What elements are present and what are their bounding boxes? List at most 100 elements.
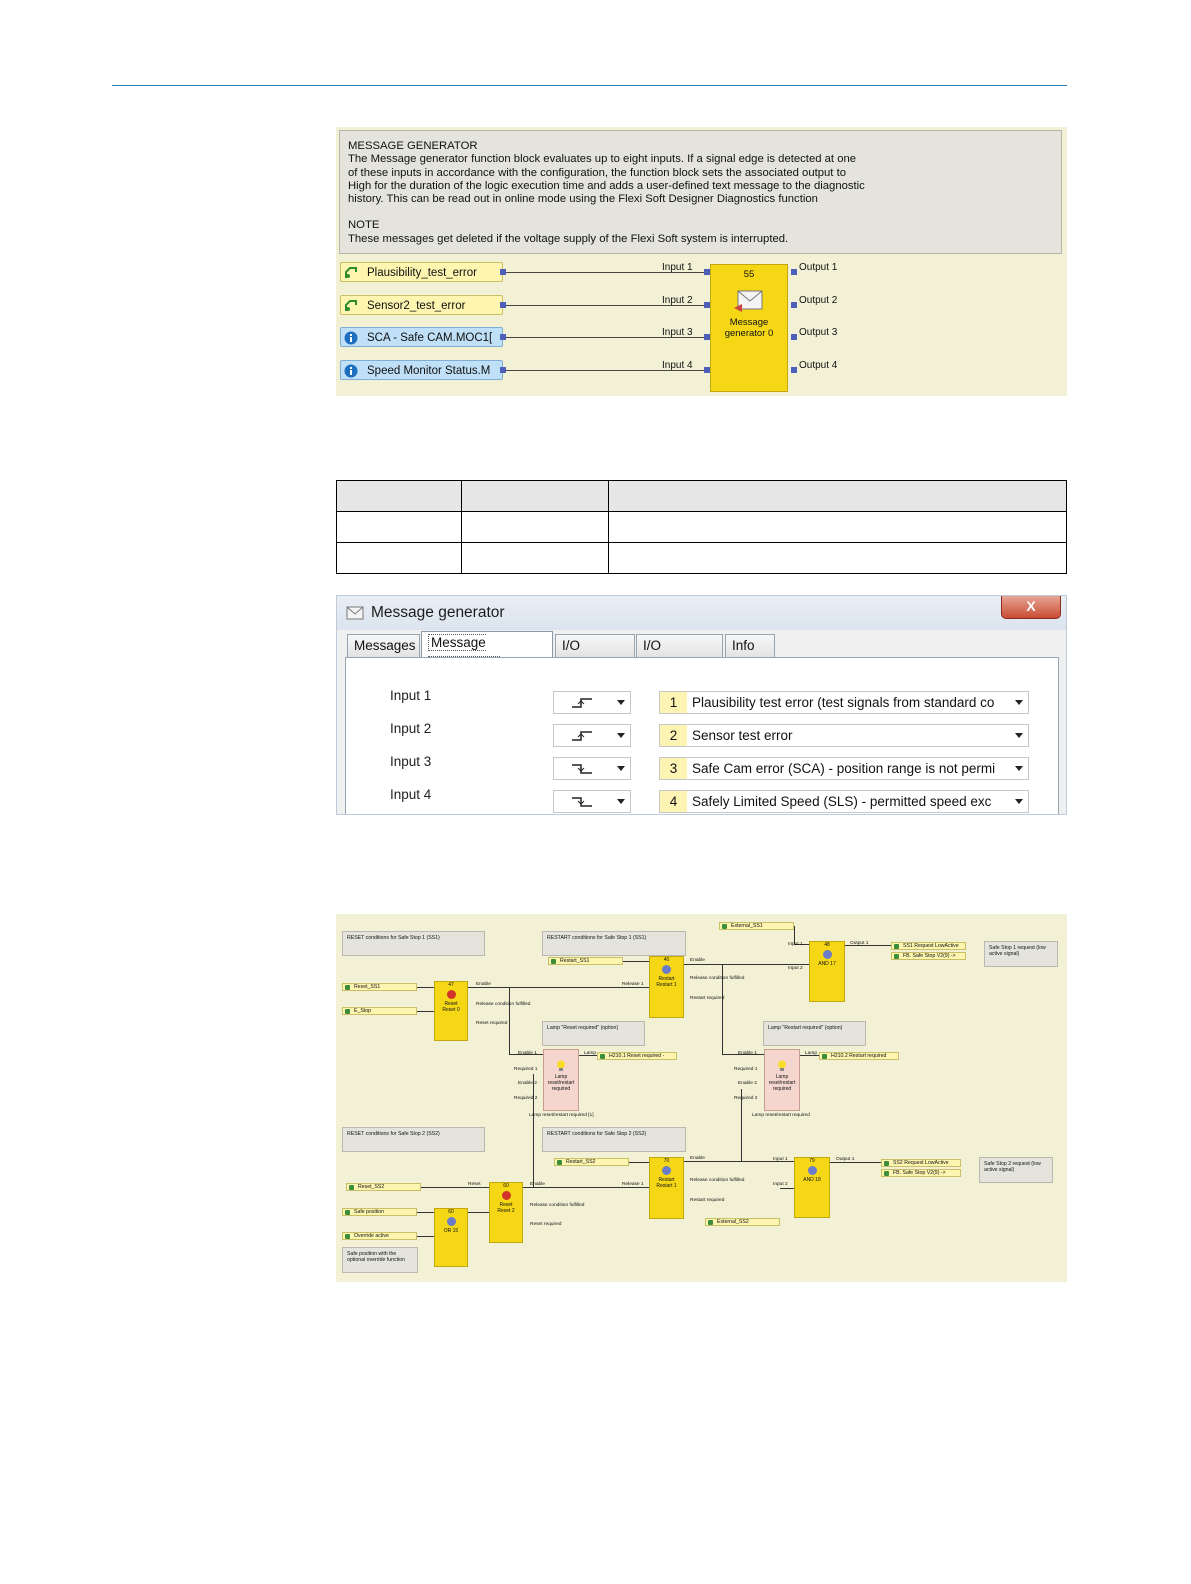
dialog-title: Message generator — [371, 604, 505, 621]
restart-block-1[interactable]: 40 Restart Restart 1 — [649, 956, 684, 1018]
pin-label: Required 2 — [514, 1096, 538, 1101]
output-h210-2[interactable]: H210.2 Restart required — [819, 1052, 899, 1060]
tab-io-settings[interactable]: I/O settings — [555, 634, 635, 675]
pin-label: Lamp — [805, 1051, 817, 1056]
tab-message-assignment[interactable]: Message assignment — [421, 631, 553, 673]
block-number: 55 — [743, 269, 755, 280]
input-label: Input 4 — [390, 787, 432, 802]
and-block-18[interactable]: 79 AND 18 — [794, 1157, 830, 1218]
restart-block-2[interactable]: 70 Restart Restart 1 — [649, 1157, 684, 1219]
input-pin-label: Input 3 — [662, 327, 693, 338]
chevron-down-icon — [617, 733, 625, 738]
or-block-15[interactable]: 60 OR 15 — [434, 1208, 468, 1267]
pin-label: Lamp — [584, 1051, 596, 1056]
input-signal-plausibility[interactable]: Plausibility_test_error — [340, 262, 503, 282]
pin-label: Release 1 — [622, 1182, 644, 1187]
table-header-cell — [461, 480, 609, 512]
or-gate-icon — [446, 1217, 456, 1226]
and-gate-icon — [807, 1166, 817, 1175]
message-number: 3 — [660, 758, 687, 779]
input-pin-label: Input 1 — [662, 262, 693, 273]
edge-select-3[interactable] — [553, 757, 631, 780]
pin-label: Lamp reset/restart required — [752, 1113, 810, 1118]
pin-label: Enable — [530, 1182, 545, 1187]
input-signal-sensor2[interactable]: Sensor2_test_error — [340, 295, 503, 315]
message-select-4[interactable]: 4 Safely Limited Speed (SLS) - permitted … — [659, 790, 1029, 813]
message-select-2[interactable]: 2 Sensor test error — [659, 724, 1029, 747]
output-ss1-lowactive[interactable]: SS1 Request LowActive — [891, 942, 966, 950]
tab-messages[interactable]: Messages — [347, 634, 420, 657]
table-cell — [608, 542, 1067, 574]
tab-label: Messages — [354, 638, 416, 653]
block-name: Message — [729, 317, 769, 328]
block-output-pin[interactable] — [791, 367, 797, 373]
reset-icon — [501, 1191, 511, 1200]
message-select-1[interactable]: 1 Plausibility test error (test signals f… — [659, 691, 1029, 714]
edge-select-1[interactable] — [553, 691, 631, 714]
comment-restart-ss2: RESTART conditions for Safe Stop 2 (SS2) — [542, 1127, 686, 1152]
tab-io-comment[interactable]: I/O comment — [636, 634, 723, 675]
edge-select-4[interactable] — [553, 790, 631, 813]
signal-e-stop[interactable]: E_Stop — [342, 1007, 417, 1015]
table-row — [336, 542, 1067, 574]
falling-edge-icon — [572, 764, 592, 774]
signal-restart-ss1[interactable]: Restart_SS1 — [548, 957, 623, 965]
wire — [421, 1187, 489, 1188]
pin-label: Release 1 — [622, 982, 644, 987]
message-number: 1 — [660, 692, 687, 713]
block-name: Lamp reset/restart required — [768, 1074, 796, 1092]
output-ss2-lowactive[interactable]: SS2 Request LowActive — [881, 1159, 961, 1167]
output-fb-safe-stop-1[interactable]: FB. Safe Stop V2(9) -> — [891, 952, 966, 960]
block-name: AND 17 — [818, 961, 836, 967]
output-fb-safe-stop-2[interactable]: FB. Safe Stop V2(9) -> — [881, 1169, 961, 1177]
input-label: Input 2 — [390, 721, 432, 736]
data-table — [336, 480, 1067, 574]
signal-external-ss2[interactable]: External_SS2 — [705, 1218, 780, 1226]
block-output-pin[interactable] — [791, 302, 797, 308]
comment-lamp-restart: Lamp "Restart required" (option) — [763, 1021, 866, 1046]
chevron-down-icon — [1015, 733, 1023, 738]
close-button[interactable]: X — [1001, 596, 1061, 619]
chevron-down-icon — [1015, 700, 1023, 705]
pin-label: Release condition fulfilled — [530, 1203, 585, 1208]
wire — [417, 1236, 434, 1237]
pin-label: Reset required — [530, 1222, 562, 1227]
reset-block-0[interactable]: 47 Reset Reset 0 — [434, 981, 468, 1041]
signal-label: SCA - Safe CAM.MOC1[ — [367, 332, 493, 344]
signal-reset-ss2[interactable]: Reset_SS2 — [346, 1183, 421, 1191]
wire — [623, 961, 649, 962]
output-pin-label: Output 1 — [799, 262, 838, 273]
signal-safe-position[interactable]: Safe position — [342, 1208, 417, 1216]
signal-label: Plausibility_test_error — [367, 267, 477, 279]
and-block-17[interactable]: 48 AND 17 — [809, 941, 845, 1002]
note-text: These messages get deleted if the voltag… — [348, 232, 789, 245]
input-signal-speed-monitor[interactable]: Speed Monitor Status.M — [340, 360, 503, 380]
message-number: 2 — [660, 725, 687, 746]
block-output-pin[interactable] — [791, 334, 797, 340]
message-generator-block[interactable]: 55 Message generator 0 — [710, 264, 788, 392]
description-heading: MESSAGE GENERATOR — [348, 140, 478, 152]
message-select-3[interactable]: 3 Safe Cam error (SCA) - position range i… — [659, 757, 1029, 780]
wire — [509, 987, 510, 1054]
signal-override-active[interactable]: Override active — [342, 1232, 417, 1240]
tab-info[interactable]: Info — [725, 634, 775, 657]
chevron-down-icon — [617, 799, 625, 804]
pin-label: Reset required — [476, 1021, 508, 1026]
table-cell — [336, 511, 462, 543]
signal-external-ss1[interactable]: External_SS1 — [719, 922, 794, 930]
input-signal-sca[interactable]: SCA - Safe CAM.MOC1[ — [340, 327, 503, 347]
edge-select-2[interactable] — [553, 724, 631, 747]
envelope-icon — [346, 606, 364, 620]
signal-restart-ss2[interactable]: Restart_SS2 — [554, 1158, 629, 1166]
pin-label: Enable 1 — [738, 1051, 757, 1056]
input-label: Input 1 — [390, 688, 432, 703]
output-h210-1[interactable]: H210.1 Reset required - — [597, 1052, 677, 1060]
lamp-block-1[interactable]: Lamp reset/restart required — [543, 1049, 579, 1111]
wire — [523, 1187, 649, 1188]
signal-reset-ss1[interactable]: Reset_SS1 — [342, 983, 417, 991]
message-text: Safe Cam error (SCA) - position range is… — [692, 761, 996, 776]
message-text: Sensor test error — [692, 728, 793, 743]
block-output-pin[interactable] — [791, 269, 797, 275]
reset-block-2[interactable]: 60 Reset Reset 2 — [489, 1182, 523, 1243]
lamp-block-2[interactable]: Lamp reset/restart required — [764, 1049, 800, 1111]
